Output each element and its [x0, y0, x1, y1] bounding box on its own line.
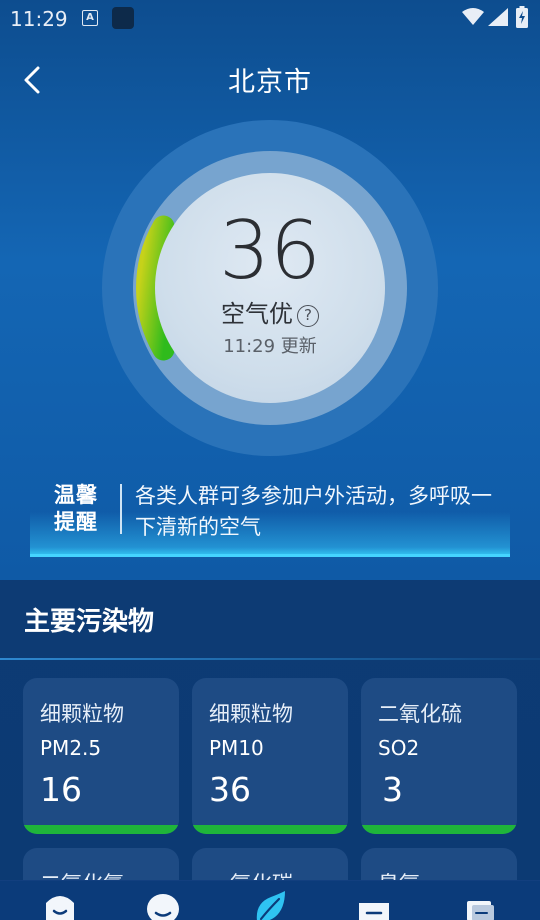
- help-icon[interactable]: ?: [297, 305, 319, 327]
- pollutant-card-pm25[interactable]: 细颗粒物 PM2.5 16: [23, 678, 179, 834]
- pollutant-name: 细颗粒物: [40, 702, 124, 726]
- pollutant-level-bar: [361, 825, 517, 834]
- chat-icon[interactable]: [146, 891, 180, 920]
- page-title: 北京市: [228, 67, 312, 98]
- bottom-nav: [0, 880, 540, 920]
- pollutant-level-bar: [192, 825, 348, 834]
- top-area: 11:29 A 北京市 36 空气优? 11:29 更新 温馨 提醒 各类人群可…: [0, 0, 540, 580]
- pollutant-value: 3: [382, 770, 403, 809]
- pollutants-section: 主要污染物 细颗粒物 PM2.5 16 细颗粒物 PM10 36 二氧化硫 SO…: [0, 580, 540, 908]
- pollutant-code: PM2.5: [40, 736, 102, 760]
- pollutant-value: 16: [40, 770, 82, 809]
- status-time: 11:29: [10, 7, 68, 31]
- home-icon[interactable]: [43, 891, 77, 920]
- pollutant-level-bar: [23, 825, 179, 834]
- leaf-icon[interactable]: [253, 891, 287, 920]
- message-icon[interactable]: [357, 891, 391, 920]
- pollutant-name: 细颗粒物: [209, 702, 293, 726]
- pollutant-name: 二氧化硫: [378, 702, 462, 726]
- status-bar: 11:29 A: [0, 0, 540, 36]
- tip-title-line1: 温馨: [54, 483, 98, 507]
- pollutant-value: 36: [209, 770, 251, 809]
- section-divider: [0, 658, 540, 660]
- tip-glow-line: [30, 554, 510, 557]
- app-notification-icon: [112, 7, 134, 29]
- aqi-level-row[interactable]: 空气优?: [155, 294, 385, 329]
- tip-divider: [120, 484, 122, 534]
- battery-charging-icon: [516, 6, 528, 28]
- update-time: 11:29 更新: [223, 336, 317, 357]
- tip-text: 各类人群可多参加户外活动，多呼吸一下清新的空气: [135, 484, 492, 539]
- pollutant-code: PM10: [209, 736, 264, 760]
- wifi-icon: [462, 8, 484, 25]
- book-icon[interactable]: [463, 891, 497, 920]
- section-title: 主要污染物: [24, 607, 155, 637]
- signal-icon: [488, 8, 508, 26]
- tip-title: 温馨 提醒: [54, 482, 114, 536]
- pollutant-card-so2[interactable]: 二氧化硫 SO2 3: [361, 678, 517, 834]
- warm-tip: 温馨 提醒 各类人群可多参加户外活动，多呼吸一下清新的空气: [30, 472, 510, 558]
- tip-title-line2: 提醒: [54, 510, 98, 534]
- aqi-level: 空气优: [221, 300, 293, 328]
- keyboard-a-icon: A: [82, 10, 98, 26]
- pollutant-code: SO2: [378, 736, 420, 760]
- aqi-value: 36: [219, 204, 321, 297]
- pollutant-card-pm10[interactable]: 细颗粒物 PM10 36: [192, 678, 348, 834]
